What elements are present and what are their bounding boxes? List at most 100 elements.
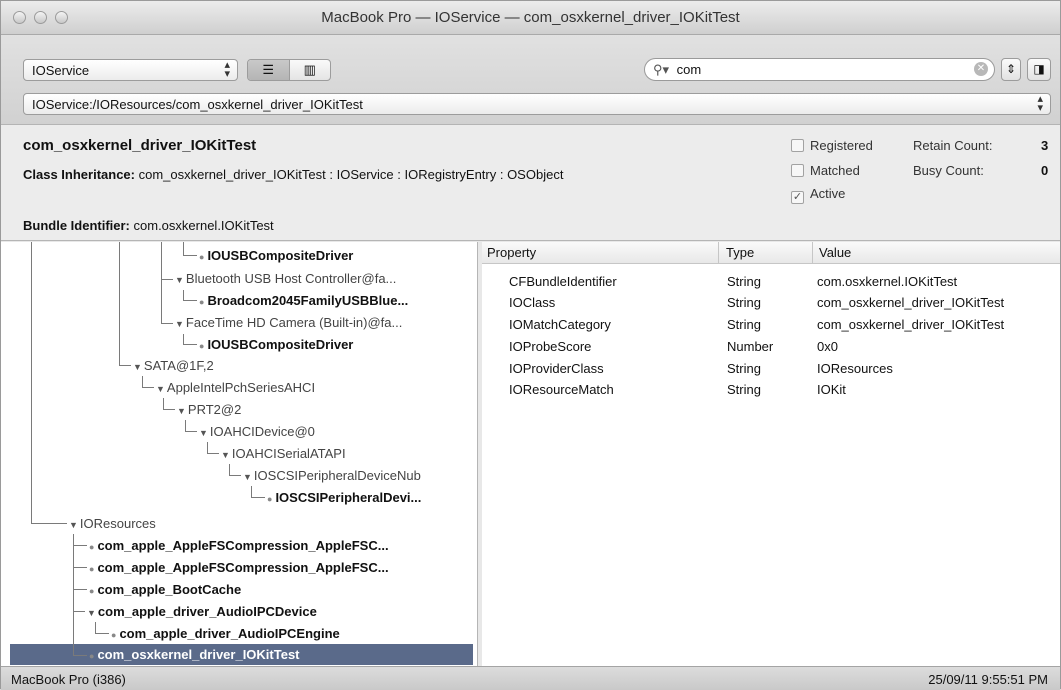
tree-line	[207, 453, 219, 454]
status-bar: MacBook Pro (i386) 25/09/11 9:55:51 PM	[1, 666, 1060, 690]
tree-node[interactable]: ● com_apple_BootCache	[89, 579, 241, 600]
matched-checkbox[interactable]: Matched	[791, 163, 860, 178]
tree-node[interactable]: ● IOUSBCompositeDriver	[199, 245, 353, 266]
tree-line	[31, 523, 67, 524]
tree-line	[142, 387, 154, 388]
leaf-dot-icon: ●	[111, 630, 117, 640]
tree-node[interactable]: ▼ FaceTime HD Camera (Built-in)@fa...	[175, 312, 402, 333]
disclosure-triangle-icon[interactable]: ▼	[243, 472, 252, 482]
window-title: MacBook Pro — IOService — com_osxkernel_…	[321, 9, 740, 26]
list-view-icon[interactable]: ☰	[248, 60, 290, 80]
tree-line	[161, 242, 162, 324]
tree-line	[119, 365, 131, 366]
table-row[interactable]: IOMatchCategory String com_osxkernel_dri…	[482, 314, 1060, 335]
search-scope-button[interactable]: ⇕	[1001, 58, 1021, 81]
matched-label: Matched	[810, 163, 860, 178]
column-header-value[interactable]: Value	[819, 245, 851, 260]
tree-line	[31, 242, 32, 524]
leaf-dot-icon: ●	[199, 252, 205, 262]
class-inheritance: Class Inheritance: com_osxkernel_driver_…	[23, 167, 563, 182]
tree-line	[163, 409, 175, 410]
plane-popup[interactable]: IOService ▴ ▾	[23, 59, 238, 81]
status-timestamp: 25/09/11 9:55:51 PM	[928, 672, 1048, 687]
table-row[interactable]: IOProviderClass String IOResources	[482, 358, 1060, 379]
tree-line	[161, 279, 173, 280]
tree-node[interactable]: ▼ SATA@1F,2	[133, 355, 214, 376]
leaf-dot-icon: ●	[89, 564, 95, 574]
bundle-identifier-label: Bundle Identifier:	[23, 218, 130, 233]
view-mode-control[interactable]: ☰ ▥	[247, 59, 331, 81]
tree-node[interactable]: ● IOUSBCompositeDriver	[199, 334, 353, 355]
disclosure-triangle-icon[interactable]: ▼	[133, 362, 142, 372]
popup-arrows-icon: ▴ ▾	[224, 59, 230, 80]
disclosure-triangle-icon[interactable]: ▼	[177, 406, 186, 416]
leaf-dot-icon: ●	[199, 297, 205, 307]
tree-node[interactable]: ▼ IOAHCISerialATAPI	[221, 443, 346, 464]
tree-line	[95, 633, 109, 634]
tree-node[interactable]: ● com_apple_driver_AudioIPCEngine	[111, 623, 340, 644]
column-divider[interactable]	[718, 242, 719, 264]
disclosure-triangle-icon[interactable]: ▼	[175, 275, 184, 285]
checkbox-unchecked-icon	[791, 139, 804, 152]
disclosure-triangle-icon[interactable]: ▼	[221, 450, 230, 460]
tree-node[interactable]: ● com_apple_AppleFSCompression_AppleFSC..…	[89, 557, 389, 578]
disclosure-triangle-icon[interactable]: ▼	[175, 319, 184, 329]
tree-node[interactable]: ▼ com_apple_driver_AudioIPCDevice	[87, 601, 317, 622]
registry-tree[interactable]: ● IOUSBCompositeDriver ▼ Bluetooth USB Hos…	[1, 242, 478, 666]
clear-search-icon[interactable]: ✕	[974, 62, 988, 76]
object-info-panel: com_osxkernel_driver_IOKitTest Class Inh…	[1, 125, 1060, 241]
tree-line	[73, 545, 87, 546]
table-row[interactable]: IOResourceMatch String IOKit	[482, 379, 1060, 400]
tree-line	[183, 255, 197, 256]
table-row[interactable]: IOProbeScore Number 0x0	[482, 336, 1060, 357]
tree-line	[185, 431, 197, 432]
disclosure-triangle-icon[interactable]: ▼	[156, 384, 165, 394]
disclosure-triangle-icon[interactable]: ▼	[87, 608, 96, 618]
tree-line	[73, 567, 87, 568]
leaf-dot-icon: ●	[89, 586, 95, 596]
table-row[interactable]: CFBundleIdentifier String com.osxkernel.…	[482, 271, 1060, 292]
tree-node[interactable]: ▼ AppleIntelPchSeriesAHCI	[156, 377, 315, 398]
title-bar[interactable]: MacBook Pro — IOService — com_osxkernel_…	[1, 1, 1060, 35]
tree-line	[229, 475, 241, 476]
tree-line	[73, 589, 87, 590]
table-row[interactable]: IOClass String com_osxkernel_driver_IOKi…	[482, 292, 1060, 313]
retain-count-value: 3	[1041, 138, 1049, 153]
tree-node[interactable]: ● Broadcom2045FamilyUSBBlue...	[199, 290, 408, 311]
path-popup[interactable]: IOService:/IOResources/com_osxkernel_dri…	[23, 93, 1051, 115]
tree-node[interactable]: ● IOSCSIPeripheralDevi...	[267, 487, 421, 508]
column-header-type[interactable]: Type	[726, 245, 754, 260]
tree-line	[183, 300, 197, 301]
active-checkbox[interactable]: ✓ Active	[791, 186, 845, 204]
class-inheritance-label: Class Inheritance:	[23, 167, 135, 182]
column-divider[interactable]	[812, 242, 813, 264]
tree-node[interactable]: ▼ IOAHCIDevice@0	[199, 421, 315, 442]
leaf-dot-icon: ●	[199, 341, 205, 351]
registered-checkbox[interactable]: Registered	[791, 138, 873, 153]
column-header-property[interactable]: Property	[487, 245, 536, 260]
tree-line	[161, 323, 173, 324]
tree-line	[183, 242, 184, 256]
popup-arrows-icon: ▴ ▾	[1037, 93, 1043, 114]
path-popup-value: IOService:/IOResources/com_osxkernel_dri…	[32, 97, 363, 112]
inspector-toggle-button[interactable]: ◨	[1027, 58, 1051, 81]
tree-node[interactable]: ▼ Bluetooth USB Host Controller@fa...	[175, 268, 396, 289]
search-input[interactable]: com	[677, 62, 702, 77]
bundle-identifier: Bundle Identifier: com.osxkernel.IOKitTe…	[23, 218, 274, 233]
disclosure-triangle-icon[interactable]: ▼	[69, 520, 78, 530]
leaf-dot-icon: ●	[267, 494, 273, 504]
search-field[interactable]: ⚲▾ com ✕	[644, 58, 995, 81]
tree-node[interactable]: ● com_apple_AppleFSCompression_AppleFSC..…	[89, 535, 389, 556]
busy-count-label: Busy Count:	[913, 163, 984, 178]
column-view-icon[interactable]: ▥	[290, 60, 331, 80]
property-table[interactable]: Property Type Value CFBundleIdentifier S…	[482, 242, 1060, 666]
tree-node[interactable]: ▼ PRT2@2	[177, 399, 241, 420]
tree-node-selected[interactable]: ● com_osxkernel_driver_IOKitTest	[89, 644, 300, 665]
tree-line	[73, 534, 74, 656]
disclosure-triangle-icon[interactable]: ▼	[199, 428, 208, 438]
tree-node[interactable]: ▼ IOSCSIPeripheralDeviceNub	[243, 465, 421, 486]
checkmark-icon: ✓	[791, 191, 804, 204]
tree-node[interactable]: ▼ IOResources	[69, 513, 156, 534]
ioreg-window: MacBook Pro — IOService — com_osxkernel_…	[0, 0, 1061, 690]
plane-popup-value: IOService	[32, 63, 90, 78]
